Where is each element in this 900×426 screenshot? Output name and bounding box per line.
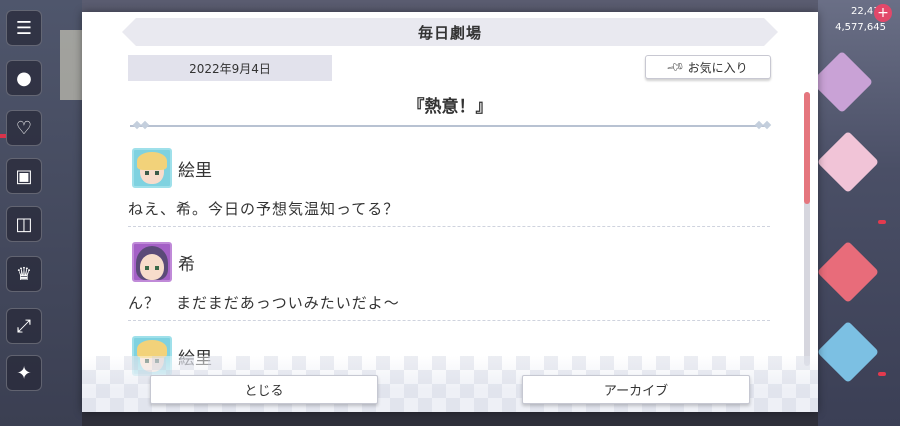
divider-ornament <box>140 120 150 130</box>
campaign-badge <box>878 372 886 376</box>
archive-button[interactable]: アーカイブ <box>522 375 750 404</box>
episode-title: 『熱意！』 <box>407 97 493 117</box>
currency-counter-secondary: 4,577,645 <box>835 22 886 33</box>
entry-divider <box>128 226 770 227</box>
dialogue-entry: 絵里 ねえ、希。今日の予想気温知ってる？ <box>128 144 770 238</box>
pin-icon: 📌︎ <box>665 56 687 78</box>
dialogue-list[interactable]: 絵里 ねえ、希。今日の予想気温知ってる？ 希 ん？ まだまだあっついみたいだよ〜… <box>128 144 770 376</box>
scrollbar-thumb[interactable] <box>804 92 810 204</box>
close-button[interactable]: とじる <box>150 375 378 404</box>
favorite-label: お気に入り <box>687 60 748 75</box>
add-currency-button[interactable]: + <box>874 4 892 22</box>
dialog-title: 毎日劇場 <box>122 18 778 46</box>
dialogue-entry: 希 ん？ まだまだあっついみたいだよ〜 <box>128 238 770 332</box>
present-icon[interactable]: ♡ <box>6 110 42 146</box>
new-badge <box>878 220 886 224</box>
title-divider <box>130 125 768 127</box>
dialogue-text: ん？ まだまだあっついみたいだよ〜 <box>128 294 400 312</box>
nozomi-avatar-icon <box>132 242 172 282</box>
speaker: 絵里 <box>132 148 212 188</box>
daily-theater-dialog: 毎日劇場 2022年9月4日 📌︎ お気に入り 『熱意！』 絵里 ねえ、希。今日… <box>82 12 818 412</box>
entry-divider <box>128 320 770 321</box>
speaker-name: 希 <box>178 254 195 275</box>
settings-icon[interactable]: ✦ <box>6 355 42 391</box>
speaker: 希 <box>132 242 195 282</box>
trophy-icon[interactable]: ♛ <box>6 256 42 292</box>
date-label: 2022年9月4日 <box>128 55 332 81</box>
eli-avatar-icon <box>132 148 172 188</box>
scrollbar[interactable] <box>804 92 810 366</box>
menu-icon[interactable]: ☰ <box>6 10 42 46</box>
favorite-button[interactable]: 📌︎ お気に入り <box>645 55 771 79</box>
dialog-footer: とじる アーカイブ <box>82 356 818 412</box>
event-tag <box>0 134 6 138</box>
divider-ornament <box>762 120 772 130</box>
camera-icon[interactable]: ◫ <box>6 206 42 242</box>
gift-icon[interactable]: ▣ <box>6 158 42 194</box>
fullscreen-icon[interactable]: ⤢ <box>6 308 42 344</box>
chat-icon[interactable]: ● <box>6 60 42 96</box>
speaker-name: 絵里 <box>178 160 212 181</box>
dialogue-text: ねえ、希。今日の予想気温知ってる？ <box>128 200 400 218</box>
